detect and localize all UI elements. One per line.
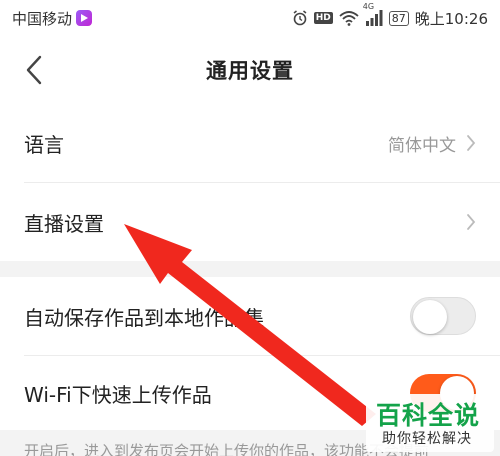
watermark-title: 百科全说 bbox=[376, 401, 481, 430]
auto-save-toggle[interactable] bbox=[410, 297, 476, 335]
auto-save-row: 自动保存作品到本地作品集 bbox=[0, 277, 500, 355]
language-value: 简体中文 bbox=[388, 135, 456, 156]
wifi-icon bbox=[339, 10, 359, 26]
toggle-knob bbox=[413, 300, 447, 334]
carrier-label: 中国移动 bbox=[12, 9, 73, 28]
network-type-label: 4G bbox=[362, 2, 375, 11]
auto-save-label: 自动保存作品到本地作品集 bbox=[24, 305, 264, 330]
live-settings-label: 直播设置 bbox=[24, 211, 104, 236]
carrier-app-icon bbox=[76, 10, 93, 26]
chevron-right-icon bbox=[467, 214, 476, 230]
language-value-group: 简体中文 bbox=[388, 131, 476, 156]
signal-icon: 4G bbox=[363, 2, 383, 26]
watermark-subtitle: 助你轻松解决 bbox=[382, 431, 472, 447]
alarm-icon bbox=[292, 10, 308, 26]
language-row[interactable]: 语言 简体中文 bbox=[0, 104, 500, 182]
page-title: 通用设置 bbox=[206, 59, 294, 83]
status-bar: 中国移动 HD 4G 87 晚上10:26 bbox=[0, 0, 500, 36]
chevron-right-icon bbox=[467, 135, 476, 151]
watermark: 百科全说 助你轻松解决 bbox=[366, 394, 494, 452]
live-settings-chevron-group bbox=[466, 213, 476, 231]
header: 通用设置 bbox=[0, 36, 500, 104]
status-left: 中国移动 bbox=[12, 8, 93, 29]
hd-icon: HD bbox=[313, 12, 333, 24]
chevron-left-icon bbox=[26, 55, 42, 85]
live-settings-row[interactable]: 直播设置 bbox=[0, 183, 500, 261]
clock-text: 晚上10:26 bbox=[414, 9, 488, 28]
section-gap bbox=[0, 261, 500, 277]
back-button[interactable] bbox=[14, 50, 54, 90]
status-right: HD 4G 87 晚上10:26 bbox=[292, 2, 488, 29]
battery-icon: 87 bbox=[388, 10, 409, 26]
language-label: 语言 bbox=[24, 132, 64, 157]
wifi-upload-label: Wi-Fi下快速上传作品 bbox=[24, 382, 212, 407]
